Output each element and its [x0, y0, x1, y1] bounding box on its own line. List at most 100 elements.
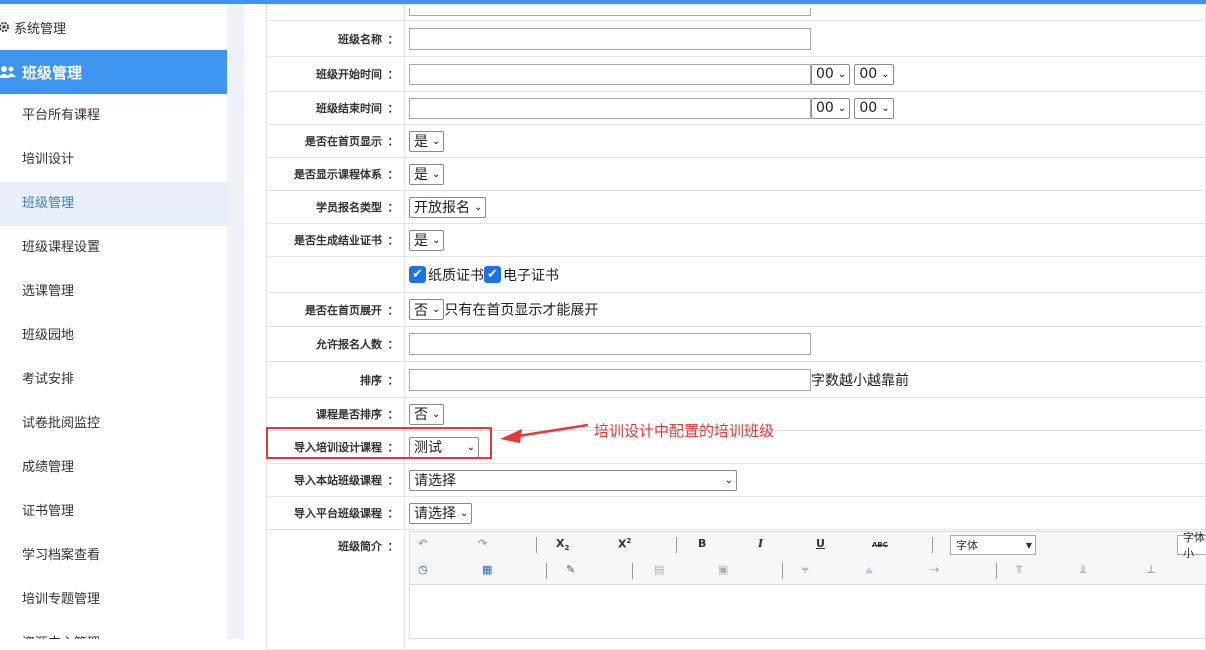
gen-cert-select[interactable]: 是 ⌄ — [409, 229, 445, 251]
sidebar-gutter — [227, 4, 244, 639]
sidebar-item-training-design[interactable]: 培训设计 — [0, 138, 227, 182]
form-row-import-platform: 导入平台班级课程： 请选择 ⌄ — [266, 496, 1206, 530]
start-minute-select[interactable]: 00 ⌄ — [854, 63, 894, 85]
edit-icon[interactable]: ✎ — [566, 563, 575, 576]
end-hour-select[interactable]: 00 ⌄ — [811, 97, 851, 119]
sidebar: 系统管理 班级管理 平台所有课程 培训设计 班级管理 班级课程设置 选课管理 班… — [0, 4, 227, 639]
form-row-signup-type: 学员报名类型： 开放报名 ⌄ — [266, 190, 1206, 224]
form-row-partial — [266, 4, 1206, 21]
show-home-select[interactable]: 是 ⌄ — [409, 130, 445, 152]
chevron-down-icon: ⌄ — [432, 135, 441, 147]
form-row-sort: 排序： 字数越小越靠前 — [266, 361, 1206, 398]
insert-col-after-icon[interactable]: ⫫ — [1080, 563, 1086, 577]
class-name-label: 班级名称 — [338, 32, 382, 46]
chevron-down-icon: ⌄ — [474, 201, 483, 213]
form-row-show-home: 是否在首页显示： 是 ⌄ — [266, 124, 1206, 158]
form-row-import-site: 导入本站班级课程： 请选择 ⌄ — [266, 463, 1206, 497]
table-icon[interactable]: ▤ — [654, 563, 664, 576]
import-platform-select[interactable]: 请选择 ⌄ — [409, 502, 473, 524]
expand-home-hint: 只有在首页显示才能展开 — [444, 302, 599, 319]
insert-row-after-icon[interactable]: ⫨ — [866, 563, 872, 577]
chevron-down-icon: ⌄ — [881, 68, 890, 80]
chevron-down-icon: ⌄ — [432, 408, 441, 420]
form-row-cert-types: ✔ 纸质证书 ✔ 电子证书 — [266, 256, 1206, 293]
sidebar-system-management[interactable]: 系统管理 — [0, 4, 227, 50]
checkmark-icon: ✔ — [484, 266, 501, 283]
signup-type-label: 学员报名类型 — [316, 201, 382, 214]
insert-col-before-icon[interactable]: ⫪ — [1016, 563, 1022, 577]
import-site-select[interactable]: 请选择 ⌄ — [409, 469, 737, 491]
chevron-down-icon: ⌄ — [881, 102, 890, 114]
form-row-max-signup: 允许报名人数： — [266, 326, 1206, 362]
start-date-input[interactable] — [409, 63, 811, 85]
sidebar-group-class-management[interactable]: 班级管理 — [0, 50, 227, 94]
sidebar-item-grading-monitor[interactable]: 试卷批阅监控 — [0, 402, 227, 446]
sidebar-system-label: 系统管理 — [14, 21, 67, 37]
chevron-down-icon: ⌄ — [837, 68, 847, 80]
intro-rich-editor: ↶ ↷ X2 X2 B I U ABC 字体▼ 字体大小 ◷ ▦ ✎ ▤ ▣ ⫧… — [409, 531, 1206, 639]
table-props-icon[interactable]: ▣ — [718, 563, 728, 576]
start-time-label: 班级开始时间 — [316, 68, 382, 81]
expand-home-label: 是否在首页展开 — [305, 303, 382, 317]
font-size-select[interactable]: 字体大小 — [1177, 531, 1206, 560]
editor-toolbar-row-2: ◷ ▦ ✎ ▤ ▣ ⫧ ⫨ ⇢ ⫪ ⫫ ⊥ — [410, 558, 1206, 585]
font-family-select[interactable]: 字体 ▼ — [950, 535, 1036, 555]
form-row-show-system: 是否显示课程体系： 是 ⌄ — [266, 157, 1206, 191]
sidebar-item-resource-center[interactable]: 资源中心管理 — [0, 622, 227, 639]
course-sort-select[interactable]: 否 ⌄ — [409, 403, 445, 425]
show-system-select[interactable]: 是 ⌄ — [409, 163, 445, 185]
sidebar-item-all-courses[interactable]: 平台所有课程 — [0, 94, 227, 138]
annotation-highlight-box — [266, 427, 492, 459]
sort-label: 排序 — [360, 373, 382, 387]
sidebar-item-exam-schedule[interactable]: 考试安排 — [0, 358, 227, 402]
max-signup-input[interactable] — [409, 333, 811, 355]
calendar-icon[interactable]: ▦ — [482, 563, 492, 576]
delete-row-icon[interactable]: ⇢ — [930, 563, 939, 576]
editor-toolbar-row-1: ↶ ↷ X2 X2 B I U ABC 字体▼ 字体大小 — [410, 531, 1206, 560]
chevron-down-icon: ⌄ — [837, 102, 847, 114]
italic-button[interactable]: I — [758, 537, 763, 550]
annotation-arrow-icon — [500, 423, 589, 443]
sidebar-item-course-selection[interactable]: 选课管理 — [0, 270, 227, 314]
paper-cert-checkbox[interactable]: ✔ 纸质证书 — [409, 265, 484, 285]
checkmark-icon: ✔ — [409, 266, 426, 283]
sidebar-item-class-course-settings[interactable]: 班级课程设置 — [0, 226, 227, 270]
insert-row-before-icon[interactable]: ⫧ — [802, 563, 808, 577]
delete-col-icon[interactable]: ⊥ — [1146, 563, 1156, 576]
sort-input[interactable] — [409, 368, 811, 391]
form-row-gen-cert: 是否生成结业证书： 是 ⌄ — [266, 223, 1206, 257]
annotation-text: 培训设计中配置的培训班级 — [594, 422, 775, 440]
clock-icon[interactable]: ◷ — [418, 563, 428, 576]
bold-button[interactable]: B — [698, 537, 706, 550]
superscript-icon[interactable]: X2 — [618, 537, 631, 551]
form-row-end-time: 班级结束时间： 00 ⌄ 00 ⌄ — [266, 91, 1206, 125]
previous-input[interactable] — [409, 7, 811, 16]
chevron-down-icon: ⌄ — [432, 168, 441, 180]
e-cert-checkbox[interactable]: ✔ 电子证书 — [484, 265, 559, 285]
import-site-label: 导入本站班级课程 — [294, 474, 382, 487]
undo-icon[interactable]: ↶ — [418, 537, 427, 550]
class-name-input[interactable] — [409, 27, 811, 50]
expand-home-select[interactable]: 否 ⌄ — [409, 299, 445, 320]
sidebar-group-label: 班级管理 — [22, 63, 83, 82]
sidebar-item-learning-records[interactable]: 学习档案查看 — [0, 534, 227, 578]
users-icon — [0, 65, 16, 79]
subscript-icon[interactable]: X2 — [556, 537, 569, 552]
signup-type-select[interactable]: 开放报名 ⌄ — [409, 196, 487, 218]
underline-button[interactable]: U — [816, 537, 825, 550]
start-hour-select[interactable]: 00 ⌄ — [811, 63, 851, 85]
sidebar-item-class-garden[interactable]: 班级园地 — [0, 314, 227, 358]
import-platform-label: 导入平台班级课程 — [294, 507, 382, 520]
sidebar-item-class-management[interactable]: 班级管理 — [0, 182, 227, 226]
sort-hint: 字数越小越靠前 — [811, 372, 909, 389]
strikethrough-button[interactable]: ABC — [872, 541, 888, 549]
show-home-label: 是否在首页显示 — [305, 135, 382, 148]
intro-label: 班级简介 — [338, 540, 382, 553]
sidebar-item-score-management[interactable]: 成绩管理 — [0, 446, 227, 490]
redo-icon[interactable]: ↷ — [478, 537, 487, 550]
end-minute-select[interactable]: 00 ⌄ — [854, 97, 894, 119]
chevron-down-icon: ⌄ — [432, 234, 441, 246]
end-date-input[interactable] — [409, 97, 811, 119]
sidebar-item-training-topics[interactable]: 培训专题管理 — [0, 578, 227, 622]
sidebar-item-certificate-management[interactable]: 证书管理 — [0, 490, 227, 534]
